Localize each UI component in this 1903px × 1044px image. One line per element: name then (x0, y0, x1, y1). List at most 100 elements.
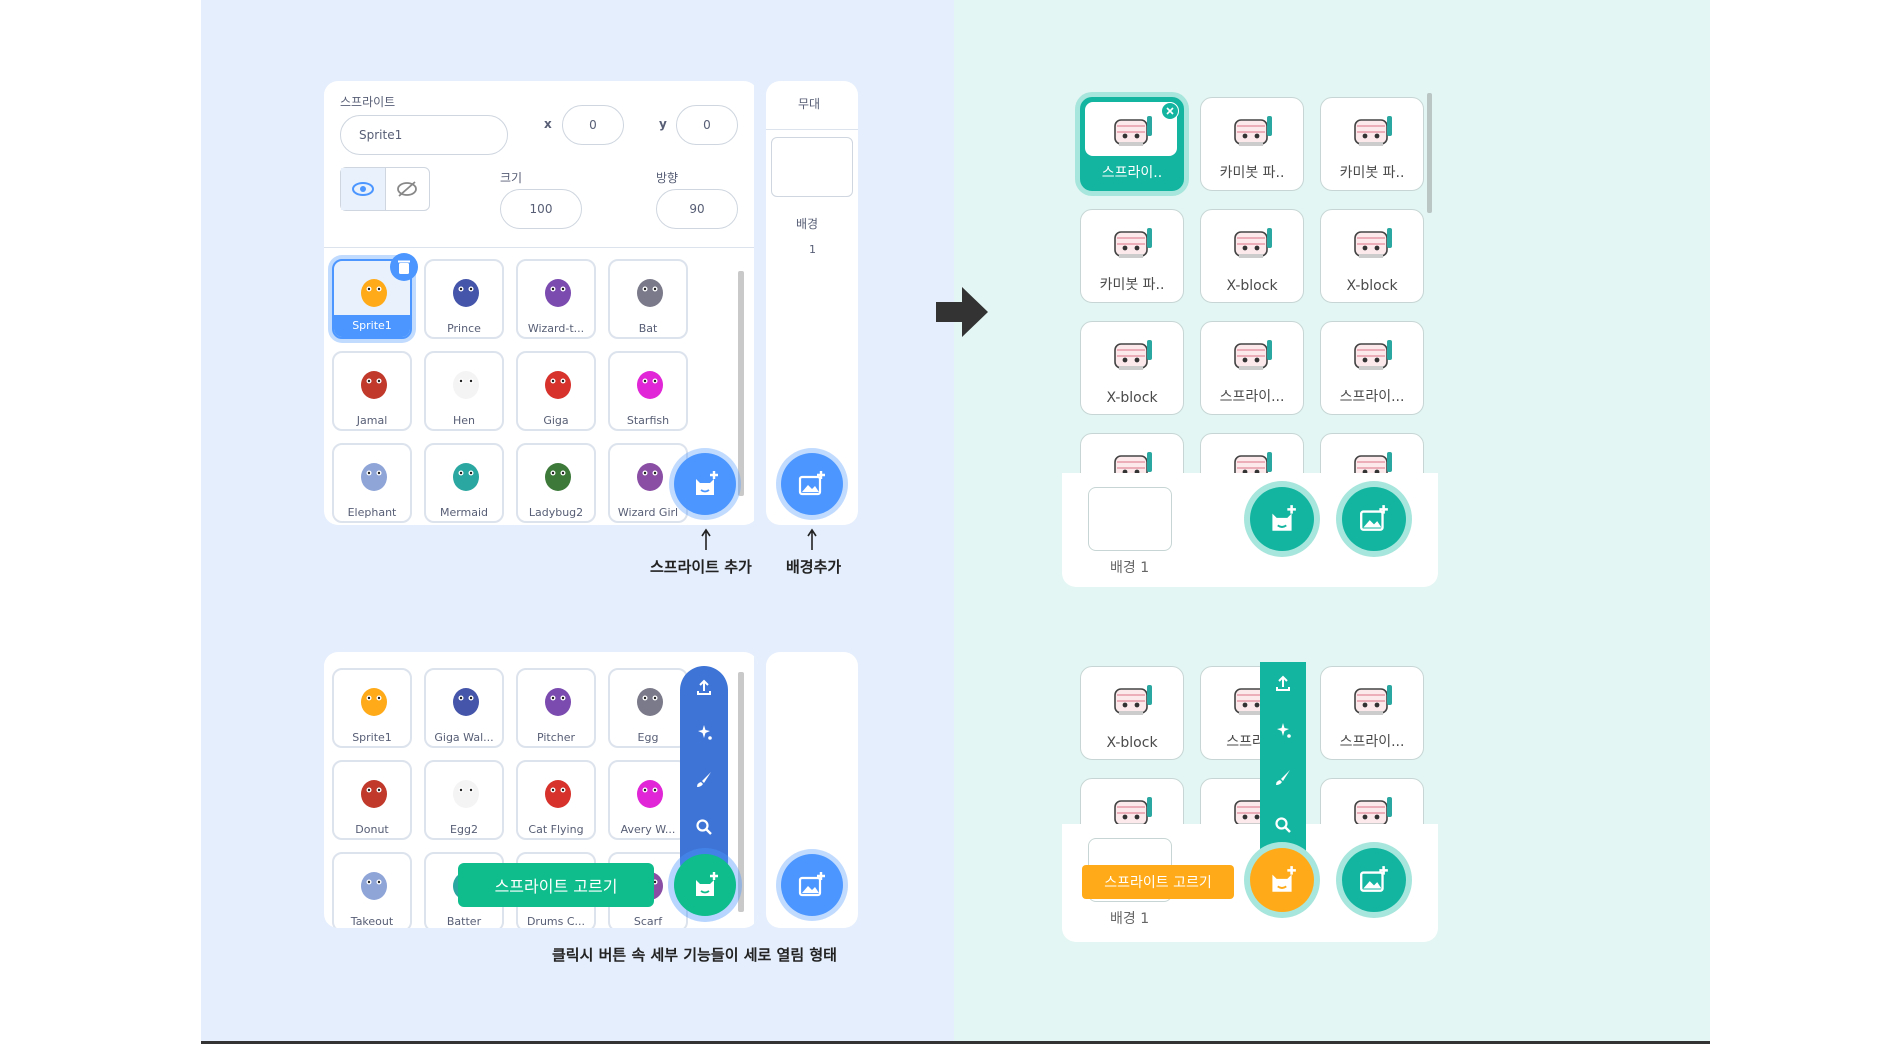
add-backdrop-button[interactable] (781, 854, 843, 916)
add-sprite-button[interactable] (1250, 487, 1314, 551)
direction-input[interactable]: 90 (656, 189, 738, 229)
sprite-tile[interactable]: 카미봇 파.. (1080, 209, 1184, 303)
add-sprite-button[interactable] (674, 453, 736, 515)
sprite-tile[interactable]: Takeout (332, 852, 412, 928)
sprite-tile[interactable]: Ladybug2 (516, 443, 596, 523)
sprite-tile[interactable]: Sprite1 (332, 253, 418, 339)
image-plus-icon (1360, 505, 1388, 531)
delete-sprite-button[interactable] (1161, 102, 1179, 120)
scrollbar[interactable] (738, 271, 744, 496)
robot-thumbnail-icon (1234, 452, 1272, 473)
sprite-tile[interactable]: 카미봇 파.. (1200, 97, 1304, 191)
sprite-tile[interactable]: Wizard-t... (516, 259, 596, 339)
backdrop-thumbnail[interactable] (1088, 487, 1172, 551)
sprite-tile-partial[interactable] (1320, 433, 1424, 473)
sprite-tile[interactable]: Hen (424, 351, 504, 431)
sprite-thumbnail-icon (453, 780, 479, 808)
sprite-thumbnail-icon (545, 688, 571, 716)
sprite-tile[interactable]: Starfish (608, 351, 688, 431)
redesigned-sprite-panel-expanded: X-block 스프라이 스프라이... 배경 1 스프라이트 고르기 (1062, 652, 1438, 942)
panel-divider (324, 247, 756, 248)
sprite-tile-label: 카미봇 파.. (1339, 165, 1405, 181)
stage-thumbnail[interactable] (771, 137, 853, 197)
arrow-up-icon (701, 528, 711, 550)
add-backdrop-button[interactable] (1342, 848, 1406, 912)
sprite-tile[interactable]: 스프라이... (1320, 666, 1424, 760)
sprite-tile[interactable]: 스프라이... (1320, 321, 1424, 415)
sprite-tile-label: Hen (452, 414, 475, 427)
sprite-tile[interactable]: X-block (1080, 666, 1184, 760)
sprite-tile[interactable]: Jamal (332, 351, 412, 431)
stage-divider-line (766, 129, 858, 130)
sprite-tile[interactable]: 스프라이... (1200, 321, 1304, 415)
sprite-tile[interactable]: Elephant (332, 443, 412, 523)
sprite-thumbnail-icon (361, 780, 387, 808)
search-icon[interactable] (695, 818, 713, 836)
sprite-tile[interactable]: Egg (608, 668, 688, 748)
add-backdrop-button[interactable] (781, 453, 843, 515)
sprite-tile-partial[interactable] (1080, 778, 1184, 824)
surprise-icon[interactable] (695, 724, 713, 742)
sprite-tile[interactable]: Giga (516, 351, 596, 431)
robot-thumbnail-icon (1114, 685, 1152, 715)
paint-icon[interactable] (1274, 768, 1292, 786)
sprite-tile[interactable]: Bat (608, 259, 688, 339)
sprite-tile-label: 카미봇 파.. (1099, 277, 1165, 293)
hide-button[interactable] (386, 168, 430, 210)
upload-icon[interactable] (1274, 674, 1292, 692)
sprite-tile[interactable]: Egg2 (424, 760, 504, 840)
delete-sprite-button[interactable] (390, 253, 418, 281)
sprite-tile[interactable]: Prince (424, 259, 504, 339)
bottom-bar: 배경 1 (1062, 473, 1438, 587)
sprite-thumbnail-icon (453, 688, 479, 716)
robot-thumbnail-icon (1114, 340, 1152, 370)
sprite-menu-column (680, 666, 728, 886)
robot-thumbnail-icon (1354, 116, 1392, 146)
sprite-tile-partial[interactable] (1320, 778, 1424, 824)
sprite-tile[interactable]: 스프라이.. (1080, 97, 1184, 191)
sprite-tile-label: Egg2 (450, 823, 478, 836)
eye-off-icon (397, 181, 418, 197)
size-input[interactable]: 100 (500, 189, 582, 229)
choose-sprite-button[interactable] (1250, 848, 1314, 912)
sprite-tile-label: Sprite1 (334, 315, 410, 337)
sprite-label: 스프라이트 (340, 95, 396, 109)
add-backdrop-button[interactable] (1342, 487, 1406, 551)
sprite-tile-label: 스프라이... (1339, 734, 1405, 750)
choose-sprite-tooltip: 스프라이트 고르기 (458, 863, 654, 907)
robot-thumbnail-icon (1114, 228, 1152, 258)
sprite-tile[interactable]: Cat Flying (516, 760, 596, 840)
sprite-tile-partial[interactable] (1200, 433, 1304, 473)
sprite-tile[interactable]: Mermaid (424, 443, 504, 523)
choose-sprite-button[interactable] (674, 854, 736, 916)
sprite-name-input[interactable]: Sprite1 (340, 115, 508, 155)
sprite-tile[interactable]: X-block (1320, 209, 1424, 303)
show-button[interactable] (341, 168, 386, 210)
robot-thumbnail-icon (1354, 685, 1392, 715)
sprite-info-panel: 스프라이트 Sprite1 x 0 y 0 크기 100 방향 90 Sprit… (324, 81, 762, 525)
sprite-tile[interactable]: 카미봇 파.. (1320, 97, 1424, 191)
scrollbar[interactable] (738, 672, 744, 912)
sprite-tile[interactable]: Donut (332, 760, 412, 840)
sprite-tile-partial[interactable] (1080, 433, 1184, 473)
sprite-tile[interactable]: Giga Wal... (424, 668, 504, 748)
sprite-tile[interactable]: Pitcher (516, 668, 596, 748)
sprite-thumbnail-icon (453, 371, 479, 399)
y-input[interactable]: 0 (676, 105, 738, 145)
sprite-tile-label: X-block (1106, 735, 1158, 751)
size-value: 100 (529, 202, 553, 216)
sprite-thumbnail-icon (361, 872, 387, 900)
sprite-tile[interactable]: Avery W... (608, 760, 688, 840)
upload-icon[interactable] (695, 678, 713, 696)
search-icon[interactable] (1274, 816, 1292, 834)
sprite-thumbnail-icon (453, 279, 479, 307)
scrollbar[interactable] (1427, 93, 1432, 213)
sprite-tile[interactable]: Sprite1 (332, 668, 412, 748)
cat-plus-icon (696, 471, 718, 495)
paint-icon[interactable] (695, 770, 713, 788)
show-toggle-group (340, 167, 430, 211)
surprise-icon[interactable] (1274, 722, 1292, 740)
sprite-tile[interactable]: X-block (1200, 209, 1304, 303)
x-input[interactable]: 0 (562, 105, 624, 145)
sprite-tile[interactable]: X-block (1080, 321, 1184, 415)
